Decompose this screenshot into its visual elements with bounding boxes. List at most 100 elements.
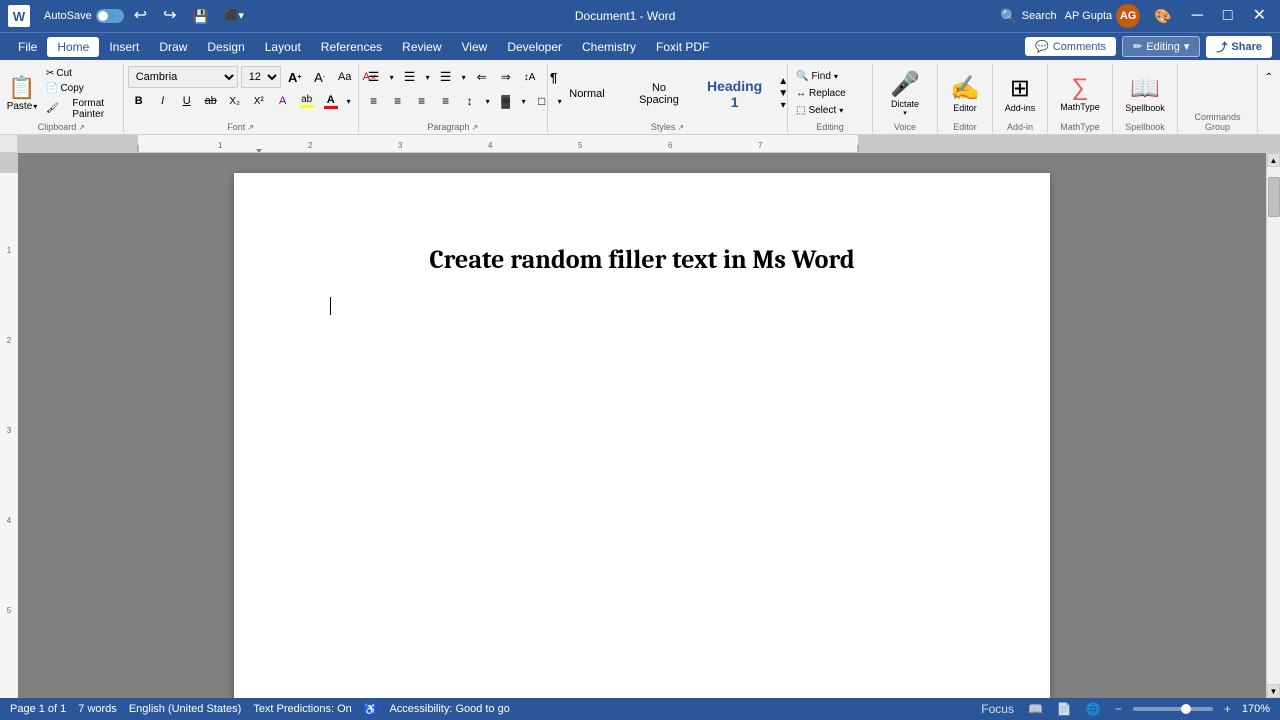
menu-chemistry[interactable]: Chemistry: [572, 37, 646, 57]
style-no-spacing[interactable]: No Spacing: [624, 78, 694, 110]
font-expand-icon[interactable]: ↗: [247, 123, 254, 132]
menu-foxit[interactable]: Foxit PDF: [646, 37, 719, 57]
font-color-button[interactable]: A: [320, 90, 342, 112]
numbering-arrow[interactable]: ▾: [423, 66, 433, 88]
underline-button[interactable]: U: [176, 90, 198, 112]
menu-review[interactable]: Review: [392, 37, 451, 57]
editing-button[interactable]: ✏ Editing ▾: [1122, 36, 1200, 57]
replace-button[interactable]: ↔ Replace: [792, 86, 850, 101]
zoom-thumb[interactable]: [1181, 704, 1191, 714]
collapse-ribbon-button[interactable]: ⌃: [1258, 66, 1280, 88]
scroll-thumb[interactable]: [1268, 177, 1280, 217]
vertical-scrollbar[interactable]: ▲ ▼: [1266, 153, 1280, 698]
ribbon-display-button[interactable]: 🎨: [1148, 9, 1177, 23]
grow-font-button[interactable]: A+: [284, 66, 306, 88]
font-color-arrow[interactable]: ▾: [344, 90, 354, 112]
subscript-button[interactable]: X₂: [224, 90, 246, 112]
font-size-select[interactable]: 12: [241, 66, 281, 88]
close-button[interactable]: ✕: [1247, 8, 1272, 24]
focus-button[interactable]: Focus: [978, 702, 1017, 716]
text-effects-button[interactable]: A: [272, 90, 294, 112]
bold-button[interactable]: B: [128, 90, 150, 112]
customize-button[interactable]: ⬛▾: [219, 11, 250, 22]
voice-group-label: Voice: [894, 120, 916, 132]
print-layout-button[interactable]: 📄: [1054, 702, 1075, 716]
comments-button[interactable]: 💬 Comments: [1025, 37, 1116, 56]
styles-expand-icon[interactable]: ↗: [677, 123, 684, 132]
change-case-button[interactable]: Aa: [334, 66, 356, 88]
undo-button[interactable]: ↩: [128, 8, 153, 24]
line-spacing-button[interactable]: ↕: [459, 90, 481, 112]
editor-button[interactable]: ✍ Editor: [946, 72, 984, 115]
increase-indent-button[interactable]: ⇒: [495, 66, 517, 88]
autosave-toggle[interactable]: [96, 9, 124, 23]
strikethrough-button[interactable]: ab: [200, 90, 222, 112]
menu-developer[interactable]: Developer: [497, 37, 572, 57]
search-button[interactable]: 🔍 Search: [1000, 8, 1056, 25]
copy-icon: 📄: [46, 83, 58, 94]
bullets-button[interactable]: ☰: [363, 66, 385, 88]
copy-button[interactable]: 📄 Copy: [43, 82, 119, 95]
cut-button[interactable]: ✂ Cut: [43, 67, 119, 80]
menu-references[interactable]: References: [311, 37, 392, 57]
menu-draw[interactable]: Draw: [149, 37, 197, 57]
document-page: Create random filler text in Ms Word: [234, 173, 1050, 698]
scroll-track[interactable]: [1267, 167, 1280, 684]
spellbook-label: Spellbook: [1125, 103, 1165, 113]
zoom-slider[interactable]: [1133, 707, 1213, 711]
restore-button[interactable]: □: [1217, 8, 1239, 24]
find-button[interactable]: 🔍 Find ▾: [792, 69, 842, 84]
dictate-button[interactable]: 🎤 Dictate ▾: [886, 68, 924, 119]
numbering-button[interactable]: ☰: [399, 66, 421, 88]
clipboard-expand-icon[interactable]: ↗: [78, 123, 85, 132]
sort-button[interactable]: ↕A: [519, 66, 541, 88]
style-heading1[interactable]: Heading 1: [696, 74, 773, 114]
mathtype-button[interactable]: ∑ MathType: [1056, 72, 1104, 114]
user-name: AP Gupta: [1065, 10, 1113, 22]
font-family-select[interactable]: Cambria: [128, 66, 238, 88]
paragraph-expand-icon[interactable]: ↗: [471, 123, 478, 132]
shading-arrow[interactable]: ▾: [519, 90, 529, 112]
justify-button[interactable]: ≡: [435, 90, 457, 112]
italic-button[interactable]: I: [152, 90, 174, 112]
menu-insert[interactable]: Insert: [99, 37, 149, 57]
multilevel-button[interactable]: ☰: [435, 66, 457, 88]
menu-design[interactable]: Design: [197, 37, 254, 57]
select-button[interactable]: ⬚ Select ▾: [792, 103, 847, 118]
highlight-button[interactable]: ab: [296, 90, 318, 112]
zoom-out-button[interactable]: −: [1112, 702, 1125, 716]
redo-button[interactable]: ↪: [157, 8, 182, 24]
user-profile[interactable]: AP Gupta AG: [1065, 4, 1141, 28]
line-spacing-arrow[interactable]: ▾: [483, 90, 493, 112]
format-painter-label: Format Painter: [61, 98, 116, 120]
document-area[interactable]: Create random filler text in Ms Word: [18, 153, 1266, 698]
align-left-button[interactable]: ≡: [363, 90, 385, 112]
read-mode-button[interactable]: 📖: [1025, 702, 1046, 716]
zoom-in-button[interactable]: +: [1221, 702, 1234, 716]
addins-button[interactable]: ⊞ Add-ins: [1001, 72, 1040, 115]
align-right-button[interactable]: ≡: [411, 90, 433, 112]
minimize-button[interactable]: ─: [1186, 8, 1209, 24]
style-normal[interactable]: Normal: [552, 84, 622, 104]
menu-layout[interactable]: Layout: [255, 37, 311, 57]
web-layout-button[interactable]: 🌐: [1083, 702, 1104, 716]
menu-home[interactable]: Home: [47, 37, 99, 57]
multilevel-arrow[interactable]: ▾: [459, 66, 469, 88]
paste-button[interactable]: 📋 Paste ▾: [4, 73, 40, 114]
scroll-down-button[interactable]: ▼: [1267, 684, 1280, 698]
share-button[interactable]: ⤴ Share: [1206, 36, 1272, 58]
format-painter-button[interactable]: 🖌 Format Painter: [43, 97, 119, 121]
decrease-indent-button[interactable]: ⇐: [471, 66, 493, 88]
shading-button[interactable]: ▓: [495, 90, 517, 112]
align-center-button[interactable]: ≡: [387, 90, 409, 112]
superscript-button[interactable]: X²: [248, 90, 270, 112]
font-group-label: Font ↗: [128, 121, 354, 132]
bullets-arrow[interactable]: ▾: [387, 66, 397, 88]
scroll-up-button[interactable]: ▲: [1267, 153, 1280, 167]
shrink-font-button[interactable]: A-: [309, 66, 331, 88]
editing-arrow: ▾: [1184, 40, 1190, 53]
menu-file[interactable]: File: [8, 37, 47, 57]
menu-view[interactable]: View: [452, 37, 498, 57]
save-button[interactable]: 💾: [187, 10, 215, 23]
spellbook-button[interactable]: 📖 Spellbook: [1121, 72, 1169, 115]
